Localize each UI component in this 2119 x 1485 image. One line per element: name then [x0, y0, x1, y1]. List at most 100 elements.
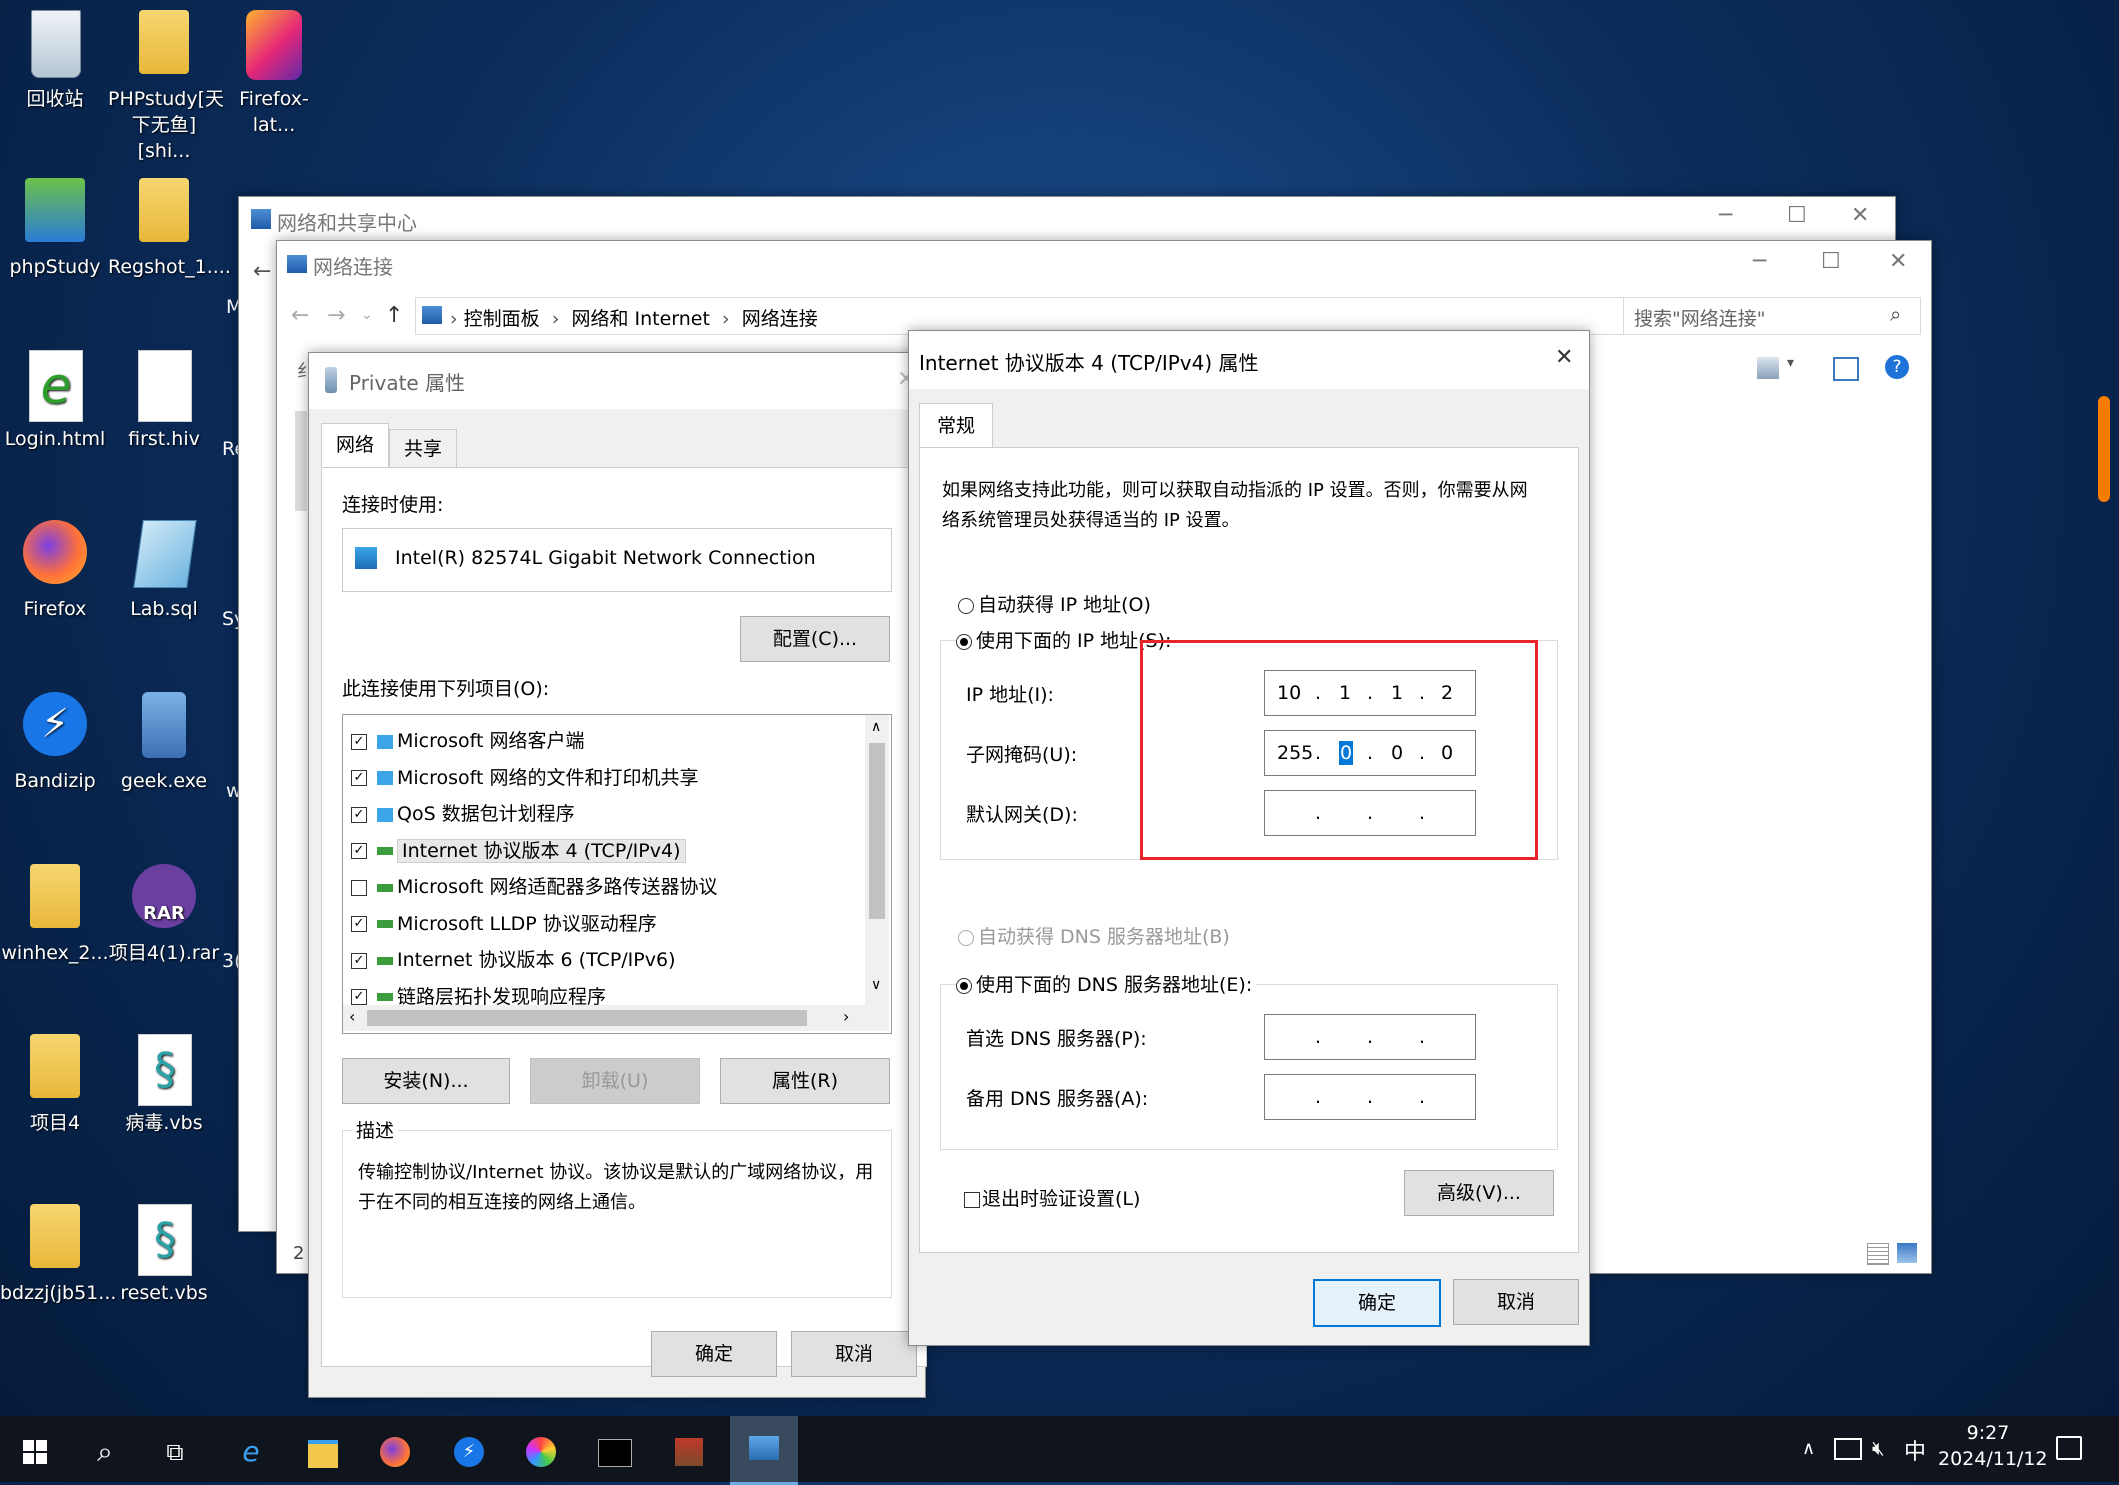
up-button[interactable]: ↑: [385, 303, 403, 328]
alternate-dns-input[interactable]: ...: [1264, 1074, 1476, 1120]
uninstall-button[interactable]: 卸载(U): [530, 1058, 700, 1104]
breadcrumb-item[interactable]: 网络和 Internet: [571, 308, 709, 330]
radio-button[interactable]: [958, 929, 974, 946]
checkbox[interactable]: [964, 1191, 980, 1208]
list-item[interactable]: ✓ Microsoft 网络客户端: [351, 723, 863, 760]
radio-button[interactable]: [958, 597, 974, 614]
maximize-button[interactable]: ☐: [1787, 203, 1807, 228]
network-status-icon[interactable]: [1834, 1438, 1862, 1460]
maximize-button[interactable]: ☐: [1821, 249, 1841, 274]
minimize-button[interactable]: ─: [1719, 203, 1732, 228]
checkbox[interactable]: [351, 879, 367, 896]
preferred-dns-input[interactable]: ...: [1264, 1014, 1476, 1060]
cancel-button[interactable]: 取消: [1453, 1279, 1579, 1325]
desktop-icon-rar[interactable]: RAR 项目4(1).rar: [108, 864, 220, 966]
desktop-icon-recycle-bin[interactable]: 回收站: [0, 10, 110, 112]
close-button[interactable]: ✕: [1889, 249, 1907, 274]
details-view-icon[interactable]: [1867, 1243, 1889, 1265]
desktop-icon-phpstudy-folder[interactable]: PHPstudy[天下无鱼][shi...: [108, 10, 224, 164]
tab-network[interactable]: 网络: [321, 423, 389, 468]
network-tools-icon[interactable]: [664, 1430, 714, 1474]
checkbox[interactable]: ✓: [351, 806, 367, 823]
desktop-icon-regshot[interactable]: Regshot_1....: [108, 178, 231, 280]
back-arrow-icon[interactable]: ←: [253, 259, 271, 284]
scroll-thumb[interactable]: [869, 743, 885, 919]
tab-general[interactable]: 常规: [919, 403, 993, 450]
search-box[interactable]: 搜索"网络连接" ⌕: [1623, 297, 1921, 335]
list-item[interactable]: ✓ QoS 数据包计划程序: [351, 796, 863, 833]
desktop-icon-bdzzj[interactable]: bdzzj(jb51...: [0, 1204, 116, 1306]
desktop-icon-virus-vbs[interactable]: § 病毒.vbs: [108, 1034, 220, 1136]
install-button[interactable]: 安装(N)...: [342, 1058, 510, 1104]
control-panel-taskbar-icon[interactable]: [730, 1416, 798, 1485]
file-explorer-icon[interactable]: [298, 1430, 348, 1474]
notification-icon[interactable]: [2056, 1436, 2082, 1460]
cancel-button[interactable]: 取消: [791, 1331, 917, 1377]
components-list[interactable]: ✓ Microsoft 网络客户端 ✓ Microsoft 网络的文件和打印机共享 …: [342, 714, 892, 1034]
desktop-icon-firefox[interactable]: Firefox: [0, 520, 110, 622]
checkbox[interactable]: ✓: [351, 916, 367, 932]
ok-button[interactable]: 确定: [1313, 1279, 1441, 1327]
desktop-icon-first-hiv[interactable]: first.hiv: [108, 350, 220, 452]
checkbox[interactable]: ✓: [351, 952, 367, 969]
view-dropdown-icon[interactable]: ▾: [1787, 355, 1794, 371]
radio-button[interactable]: [956, 977, 972, 994]
auto-dns-option[interactable]: 自动获得 DNS 服务器地址(B): [958, 922, 1230, 949]
breadcrumb-item[interactable]: 网络连接: [742, 308, 818, 330]
desktop-icon-login-html[interactable]: e Login.html: [0, 350, 110, 452]
checkbox[interactable]: ✓: [351, 770, 367, 786]
desktop-icon-geek[interactable]: geek.exe: [108, 692, 220, 794]
desktop-icon-reset-vbs[interactable]: § reset.vbs: [108, 1204, 220, 1306]
search-icon[interactable]: ⌕: [1890, 302, 1901, 326]
firefox-icon[interactable]: [370, 1430, 420, 1474]
minimize-button[interactable]: ─: [1753, 249, 1766, 274]
properties-button[interactable]: 属性(R): [720, 1058, 890, 1104]
horizontal-scrollbar[interactable]: ‹ ›: [343, 1005, 889, 1031]
help-icon[interactable]: ?: [1885, 355, 1909, 379]
checkbox[interactable]: ✓: [351, 989, 367, 1005]
bandizip-icon[interactable]: ⚡: [444, 1430, 494, 1474]
vertical-scrollbar[interactable]: ∧ ∨: [865, 715, 889, 1005]
scroll-up-icon[interactable]: ∧: [871, 719, 881, 735]
ai-app-icon[interactable]: [516, 1430, 566, 1474]
checkbox[interactable]: ✓: [351, 733, 367, 750]
desktop-icon-project4[interactable]: 项目4: [0, 1034, 110, 1136]
desktop-icon-bandizip[interactable]: ⚡ Bandizip: [0, 692, 110, 794]
private-properties-dialog[interactable]: Private 属性 ✕ 网络 共享 连接时使用: Intel(R) 82574…: [308, 352, 927, 1398]
breadcrumb-item[interactable]: 控制面板: [464, 308, 540, 330]
search-icon[interactable]: ⌕: [80, 1430, 130, 1474]
start-button[interactable]: [10, 1430, 60, 1474]
desktop-icon-lab-sql[interactable]: Lab.sql: [108, 520, 220, 622]
list-item[interactable]: Microsoft 网络适配器多路传送器协议: [351, 869, 863, 906]
list-item[interactable]: ✓ Microsoft 网络的文件和打印机共享: [351, 760, 863, 797]
ok-button[interactable]: 确定: [651, 1331, 777, 1377]
list-item[interactable]: ✓ Internet 协议版本 6 (TCP/IPv6): [351, 942, 863, 979]
terminal-icon[interactable]: [590, 1430, 640, 1474]
list-item-selected[interactable]: ✓ Internet 协议版本 4 (TCP/IPv4): [351, 833, 863, 870]
change-view-icon[interactable]: [1757, 357, 1779, 379]
validate-on-exit-option[interactable]: 退出时验证设置(L): [964, 1184, 1140, 1211]
task-view-icon[interactable]: ⧉: [150, 1430, 200, 1474]
desktop-icon-phpstudy[interactable]: phpStudy: [0, 178, 110, 280]
ie-icon[interactable]: e: [226, 1430, 276, 1474]
advanced-button[interactable]: 高级(V)...: [1404, 1170, 1554, 1216]
volume-muted-icon[interactable]: 🔇︎: [1872, 1436, 1885, 1460]
close-button[interactable]: ✕: [1555, 345, 1573, 370]
list-item[interactable]: ✓ Microsoft LLDP 协议驱动程序: [351, 906, 863, 943]
back-button[interactable]: ←: [291, 303, 309, 328]
recent-dropdown-icon[interactable]: ⌄: [361, 307, 373, 323]
close-button[interactable]: ✕: [1851, 203, 1869, 228]
desktop-icon-firefox-installer[interactable]: Firefox-lat...: [218, 10, 330, 138]
ime-indicator[interactable]: 中: [1904, 1434, 1926, 1466]
preview-pane-icon[interactable]: [1833, 357, 1859, 381]
desktop-icon-winhex[interactable]: winhex_2...: [0, 864, 110, 966]
auto-ip-option[interactable]: 自动获得 IP 地址(O): [958, 590, 1151, 617]
scroll-left-icon[interactable]: ‹: [349, 1007, 355, 1026]
scroll-thumb[interactable]: [367, 1010, 807, 1026]
forward-button[interactable]: →: [327, 303, 345, 328]
large-icons-view-icon[interactable]: [1897, 1243, 1917, 1263]
scroll-right-icon[interactable]: ›: [843, 1007, 849, 1026]
radio-button[interactable]: [956, 633, 972, 650]
scroll-down-icon[interactable]: ∨: [871, 977, 881, 993]
clock[interactable]: 9:27 2024/11/12: [1938, 1420, 2048, 1472]
